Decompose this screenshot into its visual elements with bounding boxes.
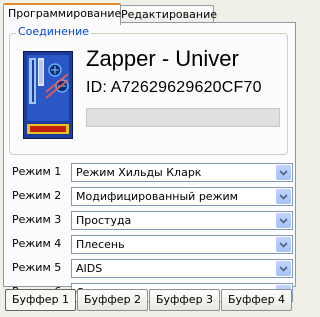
mode-label: Режим 2: [12, 189, 62, 202]
mode-5-select[interactable]: AIDS: [71, 259, 293, 278]
mode-label: Режим 4: [12, 237, 62, 250]
device-id: ID: A72629629620CF70: [86, 79, 262, 96]
mode-label: Режим 3: [12, 213, 62, 226]
mode-row: Режим 4 Плесень: [7, 235, 293, 254]
programming-panel: Соединение Zapper - Univer ID: A72629629…: [3, 22, 296, 302]
device-name: Zapper - Univer: [86, 46, 239, 71]
chevron-down-icon[interactable]: [276, 237, 291, 252]
mode-value: AIDS: [76, 262, 103, 275]
mode-label: Режим 1: [12, 165, 62, 178]
tab-editing[interactable]: Редактирование: [116, 5, 217, 23]
buffer-bar: Буффер 1 Буффер 2 Буффер 3 Буффер 4: [3, 289, 294, 311]
zapper-device-icon: [23, 51, 73, 139]
buffer-2-button[interactable]: Буффер 2: [77, 289, 148, 311]
buffer-4-button[interactable]: Буффер 4: [221, 289, 292, 311]
mode-value: Модифицированный режим: [76, 190, 238, 203]
mode-label: Режим 5: [12, 261, 62, 274]
mode-value: Простуда: [76, 214, 132, 227]
buffer-1-button[interactable]: Буффер 1: [5, 289, 76, 311]
connection-progress-bar: [86, 108, 280, 127]
buffer-3-button[interactable]: Буффер 3: [149, 289, 220, 311]
mode-row: Режим 1 Режим Хильды Кларк: [7, 163, 293, 182]
tab-programming[interactable]: Программирование: [3, 3, 121, 25]
chevron-down-icon[interactable]: [276, 261, 291, 276]
mode-3-select[interactable]: Простуда: [71, 211, 293, 230]
mode-row: Режим 5 AIDS: [7, 259, 293, 278]
mode-2-select[interactable]: Модифицированный режим: [71, 187, 293, 206]
mode-1-select[interactable]: Режим Хильды Кларк: [71, 163, 293, 182]
mode-row: Режим 2 Модифицированный режим: [7, 187, 293, 206]
mode-value: Режим Хильды Кларк: [76, 166, 202, 179]
chevron-down-icon[interactable]: [276, 165, 291, 180]
mode-4-select[interactable]: Плесень: [71, 235, 293, 254]
connection-group-title: Соединение: [16, 25, 92, 38]
mode-value: Плесень: [76, 238, 125, 251]
chevron-down-icon[interactable]: [276, 189, 291, 204]
connection-group: Соединение Zapper - Univer ID: A72629629…: [9, 25, 288, 155]
mode-row: Режим 3 Простуда: [7, 211, 293, 230]
chevron-down-icon[interactable]: [276, 213, 291, 228]
